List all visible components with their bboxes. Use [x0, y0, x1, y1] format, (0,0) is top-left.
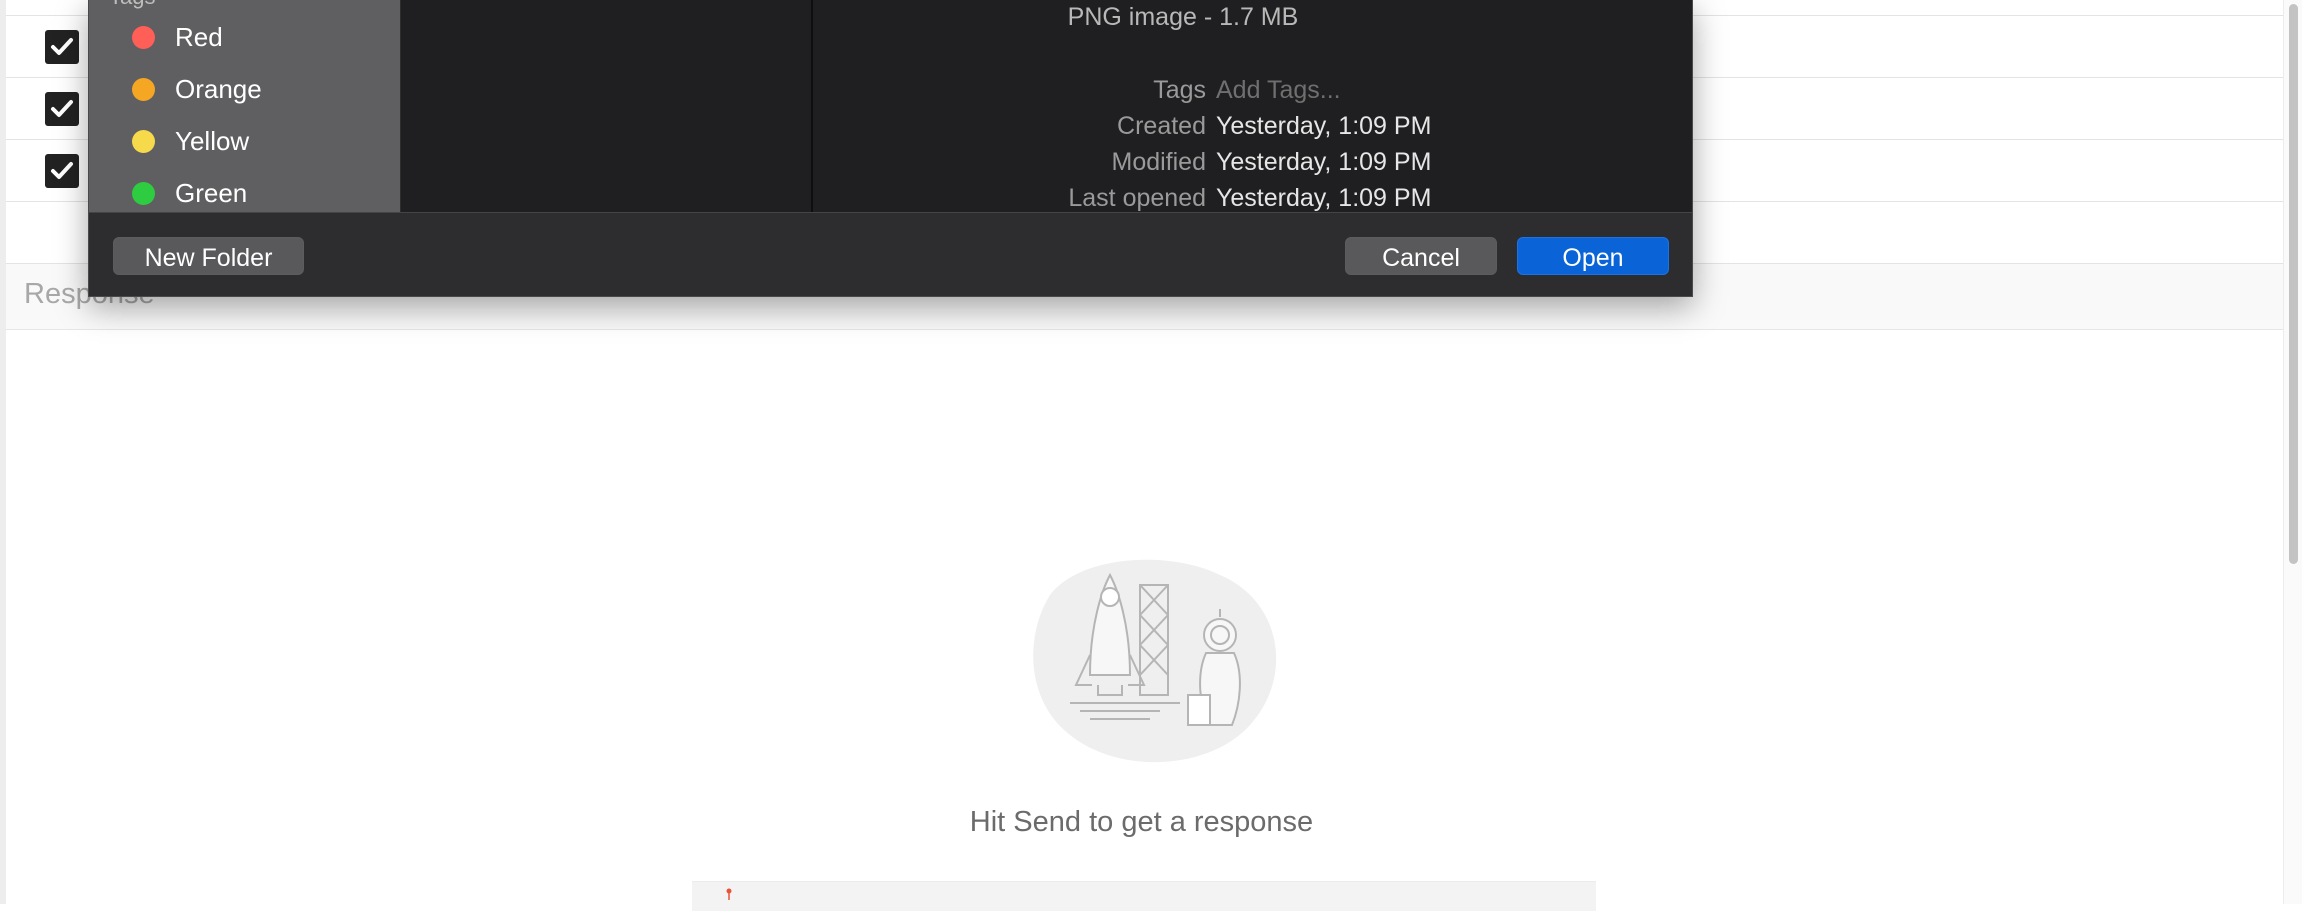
open-file-dialog: Tags Red Orange Yellow Green PNG image -…	[88, 0, 1693, 297]
vertical-scrollbar[interactable]	[2283, 0, 2302, 904]
info-value: Yesterday, 1:09 PM	[1216, 112, 1432, 140]
info-key: Tags	[1153, 76, 1206, 104]
row-enabled-checkbox[interactable]	[45, 30, 79, 64]
rocket-launch-astronaut-illustration	[1033, 559, 1277, 763]
open-button[interactable]: Open	[1517, 237, 1669, 275]
info-key: Last opened	[1068, 184, 1206, 212]
file-preview-pane: PNG image - 1.7 MB Tags Add Tags... Crea…	[813, 0, 1692, 212]
info-key: Created	[1117, 112, 1206, 140]
info-key: Modified	[1111, 148, 1207, 176]
empty-state-message: Hit Send to get a response	[969, 806, 1314, 838]
file-kind-size: PNG image - 1.7 MB	[1067, 3, 1299, 31]
scrollbar-thumb[interactable]	[2289, 4, 2298, 564]
pin-icon	[726, 888, 732, 900]
row-enabled-checkbox[interactable]	[45, 154, 79, 188]
sidebar-item-label: Green	[175, 178, 248, 208]
info-value: Yesterday, 1:09 PM	[1216, 148, 1432, 176]
info-row-created: Created Yesterday, 1:09 PM	[813, 112, 1692, 146]
new-folder-button[interactable]: New Folder	[113, 237, 304, 275]
add-tags-field[interactable]: Add Tags...	[1216, 76, 1341, 105]
dialog-footer: New Folder Cancel Open	[89, 212, 1692, 296]
yellow-tag-dot-icon	[132, 130, 155, 153]
sidebar-item-tag-orange[interactable]: Orange	[89, 64, 401, 116]
file-browser-column[interactable]	[401, 0, 813, 212]
sidebar-section-header: Tags	[109, 0, 155, 10]
cancel-button[interactable]: Cancel	[1345, 237, 1497, 275]
green-tag-dot-icon	[132, 182, 155, 205]
hint-panel	[692, 881, 1596, 911]
sidebar-item-label: Yellow	[175, 126, 250, 156]
info-row-modified: Modified Yesterday, 1:09 PM	[813, 148, 1692, 182]
sidebar-item-tag-yellow[interactable]: Yellow	[89, 116, 401, 168]
checkmark-icon	[51, 38, 73, 55]
sidebar-item-tag-red[interactable]: Red	[89, 12, 401, 64]
info-row-tags: Tags Add Tags...	[813, 76, 1692, 110]
dialog-sidebar: Tags Red Orange Yellow Green	[89, 0, 401, 212]
checkmark-icon	[51, 162, 73, 179]
sidebar-item-label: Orange	[175, 74, 262, 104]
sidebar-item-label: Red	[175, 22, 223, 52]
row-enabled-checkbox[interactable]	[45, 92, 79, 126]
red-tag-dot-icon	[132, 26, 155, 49]
orange-tag-dot-icon	[132, 78, 155, 101]
checkmark-icon	[51, 100, 73, 117]
info-value: Yesterday, 1:09 PM	[1216, 184, 1432, 212]
